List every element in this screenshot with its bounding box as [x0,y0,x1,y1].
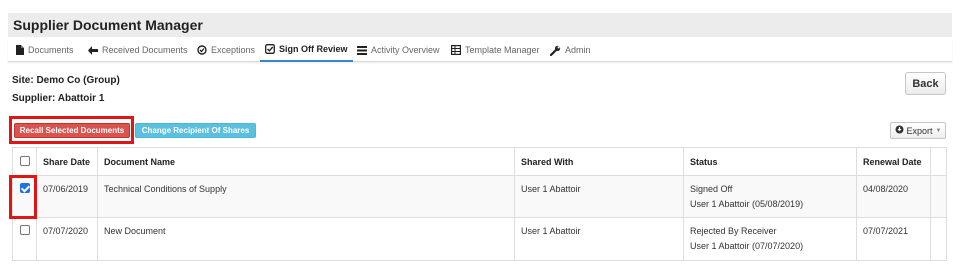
status-cell: Signed Off User 1 Abattoir (05/08/2019) [683,175,857,218]
tab-documents[interactable]: Documents [16,38,74,62]
file-icon [16,45,24,55]
tab-exceptions[interactable]: Exceptions [197,38,255,62]
status-text: Signed Off [690,184,733,194]
tab-admin-label: Admin [565,45,591,55]
list-icon [357,45,367,55]
app-header: Supplier Document Manager [8,13,952,37]
table-icon [451,45,461,55]
tab-template-manager-label: Template Manager [465,45,540,55]
wrench-icon [550,45,561,56]
document-name-cell: Technical Conditions of Supply [97,175,515,218]
recall-selected-documents-button[interactable]: Recall Selected Documents [14,123,130,138]
table-header-row: Share Date Document Name Shared With Sta… [12,147,947,176]
shared-with-cell: User 1 Abattoir [514,217,684,261]
status-cell: Rejected By Receiver User 1 Abattoir (07… [683,217,857,261]
highlight-checkbox-box [9,175,37,219]
tab-received-documents-label: Received Documents [102,45,188,55]
arrow-left-icon [88,45,98,55]
document-name-cell: New Document [97,217,515,261]
tab-received-documents[interactable]: Received Documents [88,38,188,62]
tab-activity-overview[interactable]: Activity Overview [357,38,440,62]
renewal-date-cell: 04/08/2020 [856,175,931,218]
share-date-cell: 07/07/2020 [36,217,98,261]
check-circle-icon [197,45,207,55]
select-all-checkbox[interactable] [19,156,30,166]
tab-admin[interactable]: Admin [550,38,591,62]
tab-activity-overview-label: Activity Overview [371,45,440,55]
status-detail: User 1 Abattoir (05/08/2019) [690,199,804,209]
export-label: Export [906,125,933,136]
supplier-name: Supplier: Abattoir 1 [12,93,105,104]
shared-with-cell: User 1 Abattoir [514,175,684,218]
column-header-share-date[interactable]: Share Date [36,147,98,176]
shared-documents-table: Share Date Document Name Shared With Sta… [12,147,947,261]
export-button[interactable]: Export ▼ [890,122,946,139]
status-text: Rejected By Receiver [690,226,777,236]
tab-sign-off-review-label: Sign Off Review [279,44,348,54]
chevron-down-icon: ▼ [935,127,942,134]
row-spacer-cell [930,175,947,218]
column-header-shared-with[interactable]: Shared With [514,147,684,176]
column-header-document-name[interactable]: Document Name [97,147,515,176]
table-row[interactable]: 07/07/2020 New Document User 1 Abattoir … [12,217,947,261]
column-header-renewal-date[interactable]: Renewal Date [856,147,931,176]
change-recipient-button[interactable]: Change Recipient Of Shares [135,123,256,138]
row-checkbox[interactable] [19,225,30,235]
table-row[interactable]: 07/06/2019 Technical Conditions of Suppl… [12,175,947,218]
back-button[interactable]: Back [905,72,946,95]
share-date-cell: 07/06/2019 [36,175,98,218]
row-select-cell [12,217,37,261]
row-spacer-cell [930,217,947,261]
renewal-date-cell: 07/07/2021 [856,217,931,261]
column-header-spacer [930,147,947,176]
tab-template-manager[interactable]: Template Manager [451,38,540,62]
check-square-icon [265,44,275,54]
site-name: Site: Demo Co (Group) [12,75,120,86]
status-detail: User 1 Abattoir (07/07/2020) [690,241,804,251]
column-header-status[interactable]: Status [683,147,857,176]
app-title: Supplier Document Manager [13,17,203,33]
tab-sign-off-review[interactable]: Sign Off Review [260,38,353,62]
tab-documents-label: Documents [28,45,74,55]
nav-bar: Documents Received Documents Exceptions … [8,38,952,62]
tab-exceptions-label: Exceptions [211,45,256,55]
select-all-cell [12,147,37,176]
export-icon [895,125,904,136]
